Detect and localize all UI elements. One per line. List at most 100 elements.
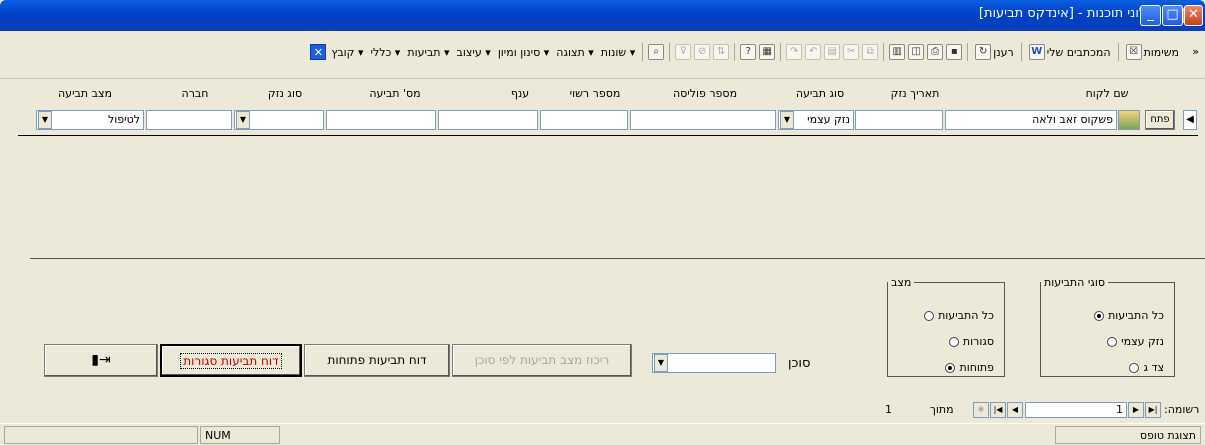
record-total: 1 (885, 403, 892, 416)
claim-type-option-third-party[interactable]: צד ג (1129, 361, 1164, 374)
minimize-button[interactable]: _ (1140, 5, 1161, 26)
menu-label: קובץ (331, 45, 355, 59)
redo-icon[interactable]: ↷ (786, 44, 803, 60)
filter-icon[interactable]: ⊽ (675, 44, 692, 60)
exit-door-icon: ⇥▮ (91, 352, 111, 368)
find-icon[interactable]: ⌕ (648, 44, 665, 60)
option-label: סגורות (962, 335, 994, 348)
close-form-icon[interactable]: ✕ (310, 44, 327, 60)
menu-file[interactable]: ▾ קובץ (329, 46, 365, 59)
option-label: כל התביעות (1108, 309, 1164, 322)
menu-general[interactable]: ▾ כללי (369, 46, 403, 59)
first-record-icon[interactable]: ▶| (1145, 402, 1161, 418)
save-icon[interactable]: ▪ (946, 44, 963, 60)
column-header: חברה (181, 87, 209, 100)
previous-record-icon[interactable]: ▶ (1128, 402, 1144, 418)
radio-icon (924, 310, 935, 321)
menu-view[interactable]: ▾ תצוגה (554, 46, 596, 59)
agent-field[interactable] (652, 353, 776, 373)
toolbar-overflow-icon[interactable]: » (1192, 45, 1199, 58)
column-header: מספר פוליסה (672, 87, 738, 100)
window-title: אלוני תוכנות - [אינדקס תביעות] (978, 6, 1155, 21)
open-claims-report-button[interactable]: דוח תביעות פתוחות (304, 344, 450, 377)
help-icon[interactable]: ? (740, 44, 757, 60)
num-lock-indicator: NUM (200, 426, 280, 444)
menu-label: תצוגה (556, 45, 585, 59)
tasks-button[interactable]: ☒ משימות (1124, 44, 1181, 60)
status-field[interactable]: לטיפול (36, 110, 144, 130)
customer-icon[interactable] (1118, 110, 1140, 130)
my-letters-button[interactable]: W המכתבים שלי (1027, 44, 1113, 60)
option-label: פתוחות (959, 361, 994, 374)
refresh-icon: ↻ (975, 44, 992, 60)
print-preview-icon[interactable]: ◫ (908, 44, 925, 60)
exit-button[interactable]: ⇥▮ (44, 344, 158, 377)
maximize-button[interactable]: □ (1162, 5, 1183, 26)
toolbar: » ✕ ▾ קובץ ▾ כללי ▾ תביעות ▾ עיצוב ▾ סינ… (0, 31, 1205, 79)
status-dropdown-icon[interactable]: ▼ (38, 111, 52, 129)
new-record-icon[interactable]: ✱ (973, 402, 989, 418)
separator (967, 43, 969, 61)
claim-type-option-all[interactable]: כל התביעות (1094, 309, 1164, 322)
claim-type-dropdown-icon[interactable]: ▼ (780, 111, 794, 129)
status-option-closed[interactable]: סגורות (948, 335, 994, 348)
status-option-open[interactable]: פתוחות (945, 361, 994, 374)
branch-field[interactable] (438, 110, 538, 130)
menu-misc[interactable]: ▾ שונות (599, 46, 637, 59)
agent-label: סוכן (788, 356, 811, 371)
section-divider (30, 258, 1205, 259)
agent-dropdown-icon[interactable]: ▼ (654, 354, 668, 372)
status-legend: מצב (891, 276, 912, 289)
separator (642, 43, 644, 61)
next-record-icon[interactable]: ◀ (1007, 402, 1023, 418)
close-button[interactable]: ✕ (1184, 5, 1203, 26)
damage-type-dropdown-icon[interactable]: ▼ (236, 111, 250, 129)
policy-number-field[interactable] (630, 110, 776, 130)
menu-label: סינון ומיון (497, 45, 541, 59)
separator (1117, 43, 1119, 61)
sort-icon[interactable]: ⇅ (713, 44, 730, 60)
record-selector-icon[interactable]: ◀ (1183, 110, 1197, 130)
calculator-icon[interactable]: ▦ (759, 44, 776, 60)
menu-label: תביעות (407, 45, 441, 59)
record-number-field[interactable]: 1 (1025, 402, 1127, 418)
separator (883, 43, 885, 61)
column-header: מצב תביעה (58, 87, 112, 100)
radio-icon (948, 336, 959, 347)
claim-types-legend: סוגי התביעות (1044, 276, 1105, 289)
column-header: ענף (510, 87, 530, 100)
menu-design[interactable]: ▾ עיצוב (455, 46, 493, 59)
radio-icon (1094, 310, 1105, 321)
undo-icon[interactable]: ↶ (805, 44, 822, 60)
copy-icon[interactable]: ⧉ (862, 44, 879, 60)
option-label: צד ג (1143, 361, 1164, 374)
separator (780, 43, 782, 61)
paste-icon[interactable]: ▤ (824, 44, 841, 60)
menu-label: עיצוב (456, 45, 482, 59)
column-header: שם לקוח (1085, 87, 1129, 100)
summary-by-agent-button[interactable]: ריכוז מצב תביעות לפי סוכן (452, 344, 632, 377)
print-icon[interactable]: ⎙ (927, 44, 944, 60)
status-pane (4, 426, 198, 444)
closed-claims-report-label: דוח תביעות סגורות (180, 353, 282, 369)
closed-claims-report-button[interactable]: דוח תביעות סגורות (160, 344, 302, 377)
last-record-icon[interactable]: |◀ (990, 402, 1006, 418)
claim-number-field[interactable] (326, 110, 436, 130)
view-status: תצוגת טופס (1055, 426, 1201, 444)
option-label: נזק עצמי (1121, 335, 1164, 348)
cut-icon[interactable]: ✂ (843, 44, 860, 60)
company-field[interactable] (146, 110, 232, 130)
remove-filter-icon[interactable]: ⊘ (694, 44, 711, 60)
customer-field[interactable]: פשקוס זאב ולאה (945, 110, 1117, 130)
claim-type-option-own[interactable]: נזק עצמי (1107, 335, 1164, 348)
refresh-button[interactable]: ↻ רענן (973, 44, 1016, 60)
damage-date-field[interactable] (855, 110, 943, 130)
open-button[interactable]: פתח (1145, 110, 1175, 130)
menu-claims[interactable]: ▾ תביעות (405, 46, 451, 59)
column-header: מספר רשוי (569, 87, 621, 100)
menu-filter-sort[interactable]: ▾ סינון ומיון (496, 46, 551, 59)
status-option-all[interactable]: כל התביעות (924, 309, 994, 322)
tasks-label: משימות (1143, 45, 1179, 59)
book-icon[interactable]: ▥ (889, 44, 906, 60)
license-number-field[interactable] (540, 110, 628, 130)
